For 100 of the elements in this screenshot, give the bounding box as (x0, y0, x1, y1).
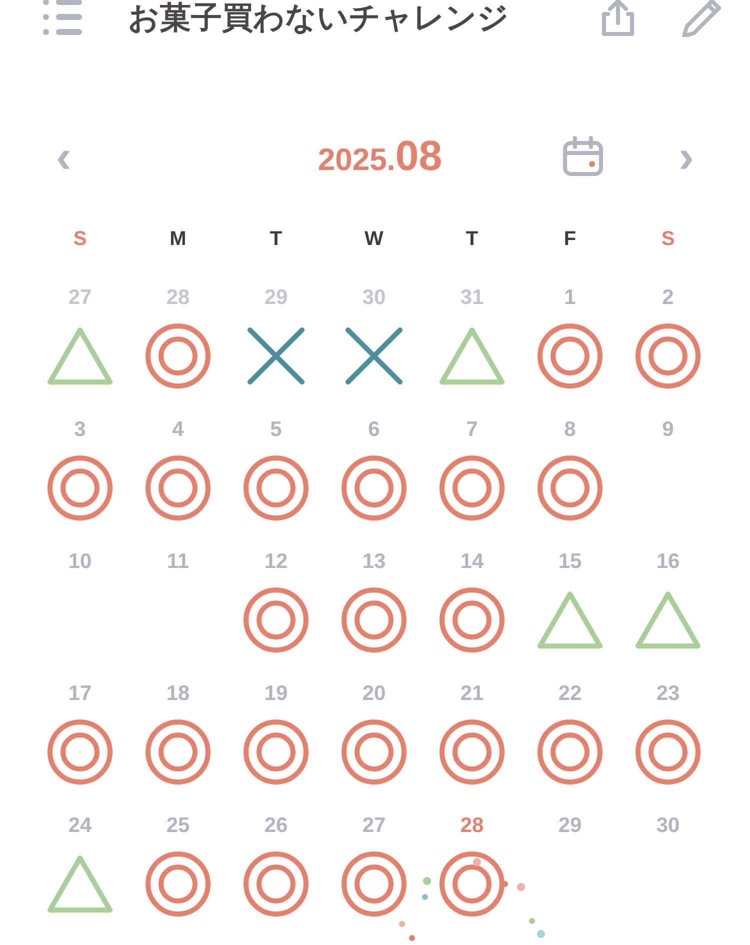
calendar-day[interactable]: 18 (129, 682, 227, 814)
calendar-day[interactable]: 4 (129, 418, 227, 550)
calendar-day[interactable]: 8 (521, 418, 619, 550)
weekday-label: M (170, 228, 186, 250)
day-number: 28 (166, 286, 190, 311)
day-number: 30 (656, 814, 680, 839)
double-circle-mark (145, 851, 211, 917)
calendar-day[interactable]: 10 (31, 550, 129, 682)
calendar-day[interactable]: 7 (423, 418, 521, 550)
day-number: 31 (460, 286, 484, 311)
calendar-day[interactable]: 30 (619, 814, 717, 945)
double-circle-mark (439, 455, 505, 521)
day-number: 25 (166, 814, 190, 839)
calendar-day[interactable]: 3 (31, 418, 129, 550)
double-circle-mark (537, 455, 603, 521)
calendar-day[interactable]: 29 (227, 286, 325, 418)
calendar-icon[interactable] (562, 136, 603, 176)
next-month-button[interactable]: › (672, 133, 700, 179)
day-number: 9 (662, 418, 674, 443)
calendar-day[interactable]: 28 (423, 814, 521, 945)
day-number: 27 (362, 814, 386, 839)
calendar-day[interactable]: 16 (619, 550, 717, 682)
calendar-day[interactable]: 30 (325, 286, 423, 418)
calendar-day[interactable]: 22 (521, 682, 619, 814)
double-circle-mark (145, 719, 211, 785)
weekday-label: F (564, 228, 576, 250)
weekday-label: T (466, 228, 478, 250)
day-number: 22 (558, 682, 582, 707)
triangle-mark (439, 326, 505, 386)
calendar-day[interactable]: 26 (227, 814, 325, 945)
calendar-day[interactable]: 5 (227, 418, 325, 550)
day-number: 26 (264, 814, 288, 839)
double-circle-mark (145, 455, 211, 521)
day-number: 13 (362, 550, 386, 575)
double-circle-mark (47, 719, 113, 785)
day-number: 27 (68, 286, 92, 311)
calendar-day[interactable]: 13 (325, 550, 423, 682)
calendar-day[interactable]: 1 (521, 286, 619, 418)
day-number: 16 (656, 550, 680, 575)
day-number: 14 (460, 550, 484, 575)
double-circle-mark (243, 719, 309, 785)
previous-month-button[interactable]: ‹ (50, 133, 78, 179)
triangle-mark (537, 590, 603, 650)
menu-icon[interactable] (42, 0, 82, 36)
triangle-mark (635, 590, 701, 650)
day-number: 10 (68, 550, 92, 575)
weekday-label: S (661, 228, 675, 250)
day-number: 24 (68, 814, 92, 839)
calendar-day[interactable]: 14 (423, 550, 521, 682)
double-circle-mark (243, 587, 309, 653)
calendar-day[interactable]: 17 (31, 682, 129, 814)
weekday-label: W (364, 228, 384, 250)
pencil-icon[interactable] (682, 0, 722, 37)
calendar-day[interactable]: 27 (31, 286, 129, 418)
day-number: 28 (460, 814, 484, 839)
day-number: 18 (166, 682, 190, 707)
calendar-day[interactable]: 19 (227, 682, 325, 814)
double-circle-mark (341, 719, 407, 785)
calendar-day[interactable]: 12 (227, 550, 325, 682)
day-number: 17 (68, 682, 92, 707)
double-circle-mark (635, 719, 701, 785)
calendar-day[interactable]: 20 (325, 682, 423, 814)
double-circle-mark (635, 323, 701, 389)
day-number: 12 (264, 550, 288, 575)
double-circle-mark (439, 587, 505, 653)
calendar-day[interactable]: 9 (619, 418, 717, 550)
double-circle-mark (439, 851, 505, 917)
day-number: 7 (466, 418, 478, 443)
double-circle-mark (341, 455, 407, 521)
calendar-day[interactable]: 6 (325, 418, 423, 550)
calendar-day[interactable]: 28 (129, 286, 227, 418)
calendar-day[interactable]: 23 (619, 682, 717, 814)
day-number: 23 (656, 682, 680, 707)
weekday-label: S (73, 228, 87, 250)
day-number: 20 (362, 682, 386, 707)
double-circle-mark (243, 455, 309, 521)
double-circle-mark (439, 719, 505, 785)
day-number: 15 (558, 550, 582, 575)
calendar-day[interactable]: 2 (619, 286, 717, 418)
day-number: 1 (564, 286, 576, 311)
day-number: 30 (362, 286, 386, 311)
day-number: 5 (270, 418, 282, 443)
month-title: 2025.08 (318, 132, 442, 180)
triangle-mark (47, 326, 113, 386)
calendar-day[interactable]: 25 (129, 814, 227, 945)
calendar-day[interactable]: 15 (521, 550, 619, 682)
calendar-day[interactable]: 27 (325, 814, 423, 945)
calendar-day[interactable]: 31 (423, 286, 521, 418)
calendar-day[interactable]: 29 (521, 814, 619, 945)
double-circle-mark (537, 323, 603, 389)
day-number: 19 (264, 682, 288, 707)
triangle-mark (47, 854, 113, 914)
calendar-day[interactable]: 11 (129, 550, 227, 682)
cross-mark (345, 327, 403, 385)
day-number: 8 (564, 418, 576, 443)
calendar-day[interactable]: 24 (31, 814, 129, 945)
calendar-day[interactable]: 21 (423, 682, 521, 814)
day-number: 21 (460, 682, 484, 707)
double-circle-mark (537, 719, 603, 785)
double-circle-mark (341, 587, 407, 653)
